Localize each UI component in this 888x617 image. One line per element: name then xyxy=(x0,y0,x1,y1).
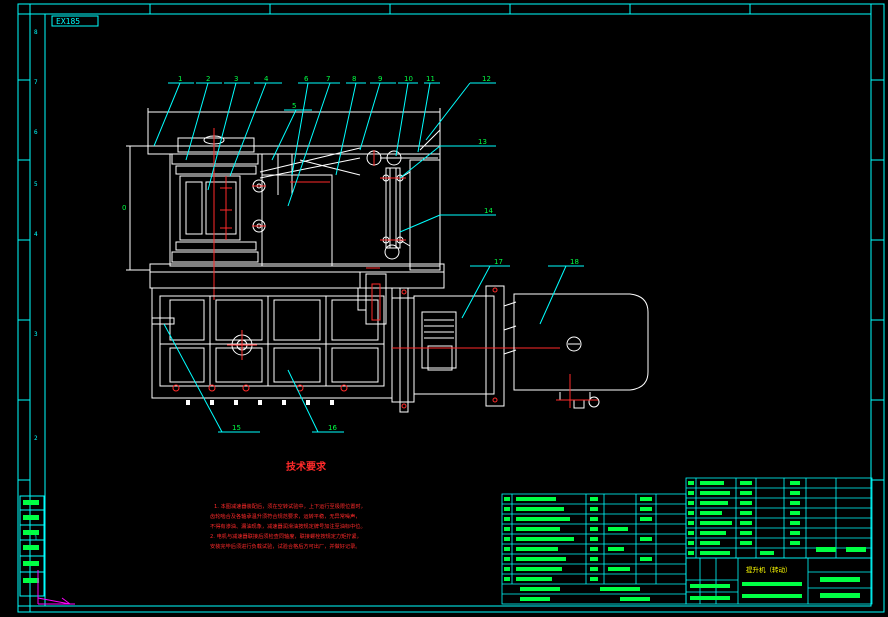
zone-mark: 1 xyxy=(34,535,38,542)
requirement-line: 齿轮啮合及各轴承温升须符合规范要求，运转平稳，无异常噪声， xyxy=(210,512,360,520)
balloon-label: 16 xyxy=(328,424,337,432)
requirement-line: 2. 电机与减速器联接后须检查同轴度，联接螺栓按规定力矩拧紧， xyxy=(210,532,362,540)
zone-mark: 8 xyxy=(34,29,38,36)
balloon-label: 14 xyxy=(484,207,493,215)
balloon-label: 7 xyxy=(326,75,330,83)
balloon-label: 10 xyxy=(404,75,413,83)
title-block-name: 提升机（转动） xyxy=(746,565,792,574)
balloon-label: 1 xyxy=(178,75,182,83)
zone-mark: 6 xyxy=(34,129,38,136)
balloon-label: 18 xyxy=(570,258,579,266)
cad-drawing-canvas: 8 7 6 5 4 3 2 1 EX185 1 2 3 4 5 6 7 8 9 … xyxy=(0,0,888,617)
requirement-line: 不得有渗油、漏油现象，减速器润滑油按规定牌号加注至油标中位。 xyxy=(210,522,366,530)
balloon-label: 15 xyxy=(232,424,241,432)
zone-mark: 4 xyxy=(34,231,38,238)
balloon-label: 3 xyxy=(234,75,238,83)
requirement-line: 安装完毕后须进行负载试验，试验合格后方可出厂，并做好记录。 xyxy=(210,542,360,550)
balloon-label: 5 xyxy=(292,102,296,110)
zone-mark: 5 xyxy=(34,181,38,188)
balloon-label: 13 xyxy=(478,138,487,146)
balloon-label: 17 xyxy=(494,258,503,266)
requirements-title: 技术要求 xyxy=(286,460,327,473)
balloon-label: 2 xyxy=(206,75,210,83)
zone-mark: 2 xyxy=(34,435,38,442)
balloon-label: 9 xyxy=(378,75,382,83)
balloon-label: 8 xyxy=(352,75,356,83)
balloon-label: 4 xyxy=(264,75,269,83)
balloon-label: 6 xyxy=(304,75,309,83)
dimension-label: 0 xyxy=(122,204,126,212)
drawing-number: EX185 xyxy=(56,17,80,26)
zone-mark: 7 xyxy=(34,79,38,86)
balloon-label: 11 xyxy=(426,75,435,83)
balloon-label: 12 xyxy=(482,75,491,83)
zone-mark: 3 xyxy=(34,331,38,338)
requirement-line: 1. 本图减速器装配后，须在空转试验中，上下运行至极限位置时， xyxy=(214,502,366,510)
